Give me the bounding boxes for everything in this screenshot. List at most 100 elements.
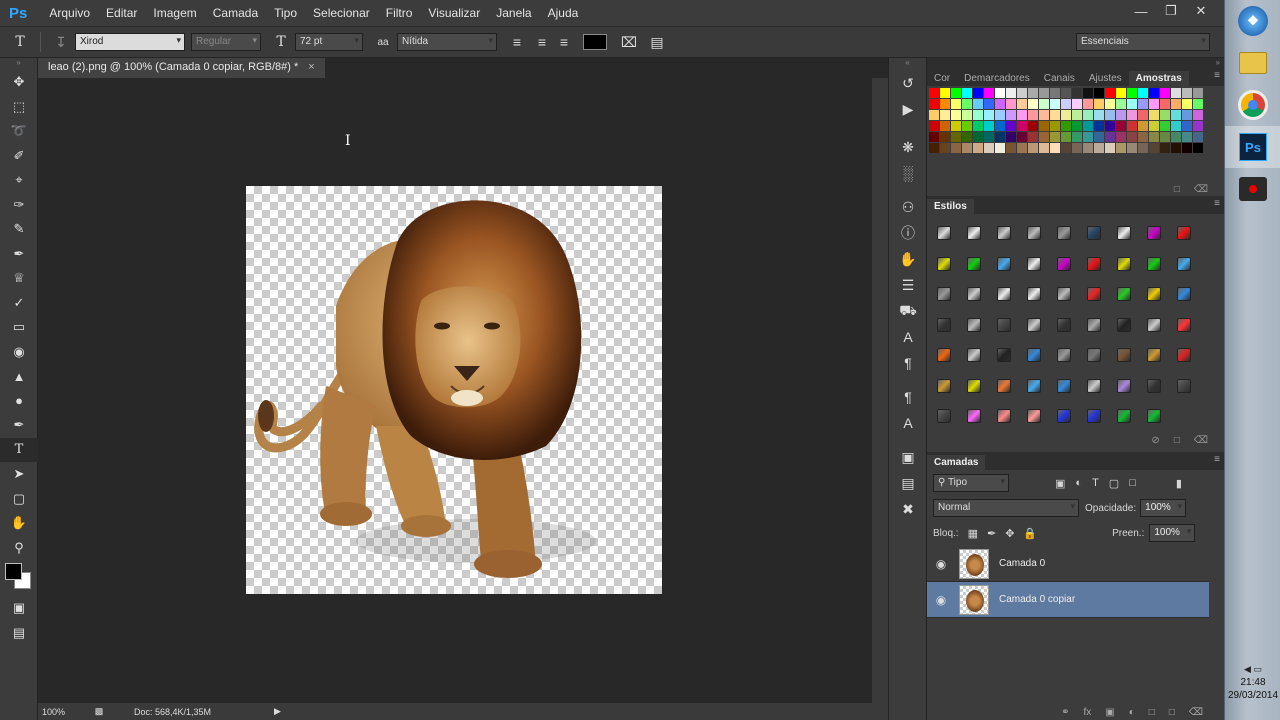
swatch[interactable]	[1039, 88, 1049, 98]
swatch[interactable]	[984, 121, 994, 131]
swatch[interactable]	[1072, 132, 1082, 142]
taskbar-explorer[interactable]	[1225, 42, 1280, 84]
swatch[interactable]	[940, 88, 950, 98]
style-preset[interactable]	[1139, 279, 1169, 309]
style-preset[interactable]	[989, 279, 1019, 309]
swatch[interactable]	[1094, 121, 1104, 131]
swatch[interactable]	[951, 110, 961, 120]
swatch[interactable]	[962, 132, 972, 142]
character-icon[interactable]: A	[889, 324, 927, 350]
document-tab[interactable]: leao (2).png @ 100% (Camada 0 copiar, RG…	[38, 58, 325, 78]
swatch[interactable]	[995, 88, 1005, 98]
swatch[interactable]	[1138, 121, 1148, 131]
swatch[interactable]	[940, 121, 950, 131]
swatch[interactable]	[1149, 143, 1159, 153]
swatch[interactable]	[962, 121, 972, 131]
swatch[interactable]	[1017, 110, 1027, 120]
zoom-tool-icon[interactable]: ⚲	[0, 536, 38, 561]
swatch[interactable]	[951, 121, 961, 131]
swatch[interactable]	[1050, 88, 1060, 98]
swatch[interactable]	[973, 143, 983, 153]
properties-icon[interactable]: ▤	[889, 470, 927, 496]
style-preset[interactable]	[1169, 371, 1199, 401]
type-tool-icon[interactable]: T	[0, 437, 38, 462]
style-preset[interactable]	[929, 218, 959, 248]
history-brush-tool-icon[interactable]: ✓	[0, 291, 38, 316]
filter-smart-icon[interactable]: □	[1129, 477, 1136, 489]
brush-tool-icon[interactable]: ✒	[0, 242, 38, 267]
menu-janela[interactable]: Janela	[488, 6, 539, 20]
taskbar-photoshop[interactable]: Ps	[1225, 126, 1280, 168]
swatch[interactable]	[1171, 99, 1181, 109]
swatch[interactable]	[1094, 110, 1104, 120]
swatch[interactable]	[984, 132, 994, 142]
swatch[interactable]	[1182, 99, 1192, 109]
swatch[interactable]	[1105, 99, 1115, 109]
swatch[interactable]	[929, 132, 939, 142]
close-tab-icon[interactable]: ×	[308, 61, 314, 73]
menu-camada[interactable]: Camada	[205, 6, 266, 20]
swatch[interactable]	[1050, 143, 1060, 153]
paragraph-icon[interactable]: ¶	[889, 350, 927, 376]
align-right-icon[interactable]: ≡	[553, 34, 575, 50]
style-preset[interactable]	[1079, 310, 1109, 340]
style-preset[interactable]	[1049, 310, 1079, 340]
swatch[interactable]	[1006, 110, 1016, 120]
visibility-eye-icon[interactable]: ◉	[927, 557, 955, 571]
swatch[interactable]	[1160, 110, 1170, 120]
style-preset[interactable]	[1139, 249, 1169, 279]
collapse-icon[interactable]: «	[889, 58, 926, 70]
swatch[interactable]	[962, 143, 972, 153]
quick-mask-icon[interactable]: ▣	[0, 596, 38, 621]
style-preset[interactable]	[929, 401, 959, 431]
swatch[interactable]	[1083, 143, 1093, 153]
style-preset[interactable]	[1109, 249, 1139, 279]
type-tool-icon[interactable]: T	[6, 34, 34, 50]
menu-editar[interactable]: Editar	[98, 6, 145, 20]
swatch[interactable]	[1039, 143, 1049, 153]
filter-adjustment-icon[interactable]: ◐	[1075, 477, 1082, 489]
tool-presets-icon[interactable]: ✋	[889, 246, 927, 272]
font-size-select[interactable]: 72 pt	[295, 33, 363, 51]
style-preset[interactable]	[1109, 218, 1139, 248]
swatch[interactable]	[984, 143, 994, 153]
style-preset[interactable]	[959, 401, 989, 431]
swatch[interactable]	[940, 143, 950, 153]
style-preset[interactable]	[989, 340, 1019, 370]
warp-text-icon[interactable]: ⌧	[615, 34, 643, 51]
swatch[interactable]	[1083, 121, 1093, 131]
panel-menu-icon[interactable]: ≡	[1214, 454, 1220, 465]
tab-demarcadores[interactable]: Demarcadores	[957, 71, 1037, 86]
swatch[interactable]	[1072, 88, 1082, 98]
swatch[interactable]	[1171, 110, 1181, 120]
swatch[interactable]	[1171, 88, 1181, 98]
style-preset[interactable]	[929, 371, 959, 401]
swatch[interactable]	[995, 132, 1005, 142]
panel-menu-icon[interactable]: ≡	[1214, 70, 1220, 81]
swatch[interactable]	[1072, 143, 1082, 153]
swatch[interactable]	[1116, 143, 1126, 153]
style-preset[interactable]	[1079, 218, 1109, 248]
swatch[interactable]	[1127, 121, 1137, 131]
menu-selecionar[interactable]: Selecionar	[305, 6, 378, 20]
collapse-icon[interactable]: »	[0, 58, 37, 70]
marquee-tool-icon[interactable]: ⬚	[0, 95, 38, 120]
menu-arquivo[interactable]: Arquivo	[41, 6, 98, 20]
pen-tool-icon[interactable]: ✒	[0, 413, 38, 438]
swatch[interactable]	[1028, 110, 1038, 120]
new-group-icon[interactable]: □	[1149, 707, 1155, 718]
swatch[interactable]	[1127, 143, 1137, 153]
swatch[interactable]	[962, 99, 972, 109]
filter-shape-icon[interactable]: ▢	[1109, 477, 1119, 490]
menu-filtro[interactable]: Filtro	[378, 6, 421, 20]
swatch[interactable]	[1006, 132, 1016, 142]
style-preset[interactable]	[1109, 279, 1139, 309]
style-preset[interactable]	[1049, 371, 1079, 401]
style-preset[interactable]	[1079, 371, 1109, 401]
style-preset[interactable]	[929, 249, 959, 279]
swatch[interactable]	[995, 143, 1005, 153]
character-styles-icon[interactable]: A	[889, 410, 927, 436]
paint-bucket-tool-icon[interactable]: ◉	[0, 340, 38, 365]
swatch[interactable]	[995, 99, 1005, 109]
swatch[interactable]	[1105, 143, 1115, 153]
